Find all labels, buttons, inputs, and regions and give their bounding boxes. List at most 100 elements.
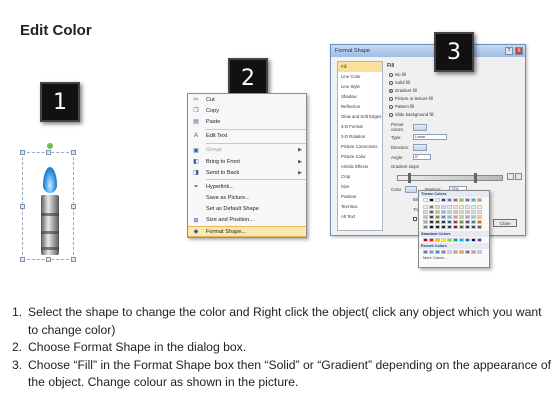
gradient-bar[interactable] [397,173,503,183]
category-item[interactable]: Position [338,192,382,202]
theme-shade-swatch[interactable] [465,210,470,214]
fill-option[interactable]: Slide background fill [389,111,433,118]
theme-shade-swatch[interactable] [435,220,440,224]
theme-shade-swatch[interactable] [453,205,458,209]
theme-shade-swatch[interactable] [465,225,470,229]
resize-handle[interactable] [20,150,25,155]
theme-color-swatch[interactable] [477,198,482,202]
category-item[interactable]: Picture Corrections [338,142,382,152]
radio-button[interactable] [389,96,393,101]
theme-shade-swatch[interactable] [429,205,434,209]
help-button[interactable]: ? [505,47,513,55]
resize-handle[interactable] [71,257,76,262]
color-button[interactable] [405,185,417,193]
category-item[interactable]: Crop [338,172,382,182]
type-select[interactable]: Linear [413,134,447,140]
standard-color-swatch[interactable] [459,238,464,242]
recent-color-swatch[interactable] [465,250,470,254]
menu-item-set-as-default-shape[interactable]: Set as Default Shape [188,204,306,215]
theme-shade-swatch[interactable] [429,215,434,219]
resize-handle[interactable] [71,150,76,155]
theme-shade-swatch[interactable] [465,205,470,209]
theme-shade-swatch[interactable] [459,210,464,214]
theme-shade-swatch[interactable] [459,225,464,229]
recent-color-swatch[interactable] [471,250,476,254]
theme-shade-swatch[interactable] [459,215,464,219]
theme-color-swatch[interactable] [447,198,452,202]
theme-shade-swatch[interactable] [477,210,482,214]
resize-handle[interactable] [20,257,25,262]
theme-shade-swatch[interactable] [435,205,440,209]
fill-option[interactable]: Gradient fill [389,87,417,94]
preset-colors-button[interactable] [413,123,427,131]
theme-color-swatch[interactable] [429,198,434,202]
radio-button[interactable] [389,72,393,77]
category-item[interactable]: Line Color [338,72,382,82]
theme-shade-swatch[interactable] [423,215,428,219]
theme-shade-swatch[interactable] [447,225,452,229]
theme-shade-swatch[interactable] [441,205,446,209]
menu-item-hyperlink[interactable]: ⚭ Hyperlink... [188,181,306,192]
theme-shade-swatch[interactable] [471,210,476,214]
category-item[interactable]: 3-D Format [338,122,382,132]
theme-shade-swatch[interactable] [477,225,482,229]
recent-color-swatch[interactable] [453,250,458,254]
menu-item-edit-text[interactable]: A Edit Text [188,131,306,142]
theme-shade-swatch[interactable] [477,215,482,219]
theme-color-swatch[interactable] [435,198,440,202]
theme-shade-swatch[interactable] [423,210,428,214]
radio-button[interactable] [389,104,393,109]
recent-color-swatch[interactable] [423,250,428,254]
remove-stop-icon[interactable] [515,173,522,180]
fill-option[interactable]: Solid fill [389,79,410,86]
theme-shade-swatch[interactable] [441,225,446,229]
theme-shade-swatch[interactable] [477,220,482,224]
theme-shade-swatch[interactable] [423,225,428,229]
gradient-stop[interactable] [473,173,477,183]
category-item[interactable]: Reflection [338,102,382,112]
close-icon[interactable]: X [515,47,523,55]
theme-shade-swatch[interactable] [477,205,482,209]
theme-shade-swatch[interactable] [453,215,458,219]
theme-color-swatch[interactable] [453,198,458,202]
category-item[interactable]: Text Box [338,202,382,212]
theme-shade-swatch[interactable] [447,220,452,224]
theme-shade-swatch[interactable] [453,225,458,229]
theme-shade-swatch[interactable] [441,210,446,214]
theme-shade-swatch[interactable] [465,220,470,224]
theme-shade-swatch[interactable] [453,210,458,214]
resize-handle[interactable] [71,204,76,209]
theme-shade-swatch[interactable] [429,210,434,214]
recent-color-swatch[interactable] [459,250,464,254]
standard-color-swatch[interactable] [423,238,428,242]
standard-color-swatch[interactable] [471,238,476,242]
category-item[interactable]: Alt Text [338,212,382,222]
menu-item-format-shape[interactable]: ◆ Format Shape... [188,226,306,238]
radio-button[interactable] [389,112,393,117]
theme-color-swatch[interactable] [459,198,464,202]
standard-color-swatch[interactable] [435,238,440,242]
theme-shade-swatch[interactable] [435,215,440,219]
category-item[interactable]: Line Style [338,82,382,92]
standard-color-swatch[interactable] [447,238,452,242]
category-item[interactable]: Size [338,182,382,192]
theme-shade-swatch[interactable] [453,220,458,224]
theme-shade-swatch[interactable] [435,225,440,229]
resize-handle[interactable] [46,257,51,262]
gradient-stop[interactable] [408,173,412,183]
menu-item-copy[interactable]: ❐ Copy [188,105,306,116]
category-item[interactable]: Artistic Effects [338,162,382,172]
recent-color-swatch[interactable] [441,250,446,254]
menu-item-save-as-picture[interactable]: Save as Picture... [188,193,306,204]
resize-handle[interactable] [20,204,25,209]
theme-shade-swatch[interactable] [435,210,440,214]
more-colors-item[interactable]: More Colors... [419,255,489,261]
theme-color-swatch[interactable] [465,198,470,202]
standard-color-swatch[interactable] [465,238,470,242]
category-item[interactable]: 3-D Rotation [338,132,382,142]
theme-shade-swatch[interactable] [471,225,476,229]
menu-item-group[interactable]: ▣ Group ▶ [188,145,306,156]
theme-shade-swatch[interactable] [447,210,452,214]
theme-color-swatch[interactable] [471,198,476,202]
theme-shade-swatch[interactable] [447,205,452,209]
